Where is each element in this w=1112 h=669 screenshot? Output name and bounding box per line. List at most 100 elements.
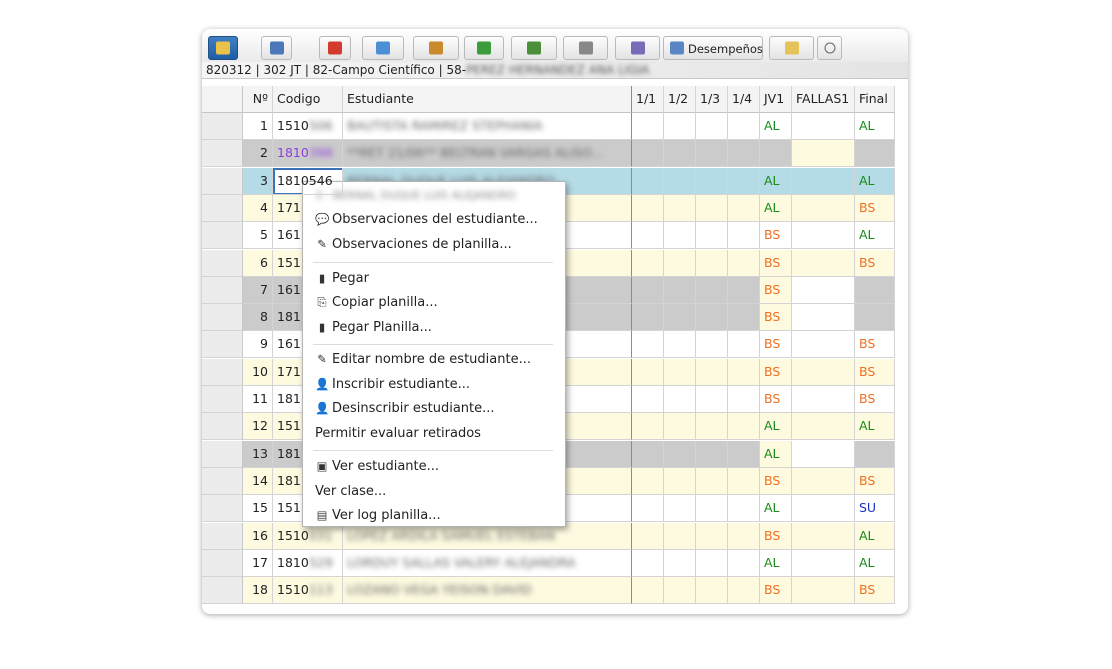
row-selector[interactable]	[202, 304, 243, 332]
grade-cell-1[interactable]	[632, 495, 664, 523]
grade-jv1[interactable]: AL	[760, 549, 792, 577]
fallas-cell[interactable]	[792, 113, 855, 140]
grade-cell-4[interactable]	[728, 577, 760, 605]
grade-cell-4[interactable]	[728, 140, 760, 168]
fallas-cell[interactable]	[792, 249, 855, 277]
student-code[interactable]: 1510113	[273, 577, 343, 605]
grade-cell-1[interactable]	[632, 549, 664, 577]
grade-cell-2[interactable]	[664, 386, 696, 413]
header-num[interactable]: Nº	[243, 86, 273, 113]
menu-pegar[interactable]: ▮ Pegar	[315, 271, 369, 286]
grade-cell-1[interactable]	[632, 358, 664, 386]
row-selector[interactable]	[202, 276, 243, 304]
calendar-button[interactable]	[208, 36, 238, 60]
grade-cell-2[interactable]	[664, 113, 696, 140]
grade-cell-1[interactable]	[632, 222, 664, 250]
grade-cell-1[interactable]	[632, 522, 664, 550]
grade-cell-1[interactable]	[632, 113, 664, 140]
row-selector[interactable]	[202, 113, 243, 140]
header-final[interactable]: Final	[855, 86, 895, 113]
table-row[interactable]: 18 1510113 LOZANO VEGA YEISON DAVID BS BS	[202, 577, 908, 605]
student-name[interactable]: **RET 21/06** BELTRAN VARGAS ALISO...	[343, 140, 632, 168]
fallas-cell[interactable]	[792, 413, 855, 441]
grade-cell-1[interactable]	[632, 467, 664, 495]
grade-jv1[interactable]: BS	[760, 249, 792, 277]
grade-cell-3[interactable]	[696, 495, 728, 523]
grade-cell-2[interactable]	[664, 358, 696, 386]
grade-cell-1[interactable]	[632, 331, 664, 359]
fallas-cell[interactable]	[792, 440, 855, 468]
menu-ver-estudiante[interactable]: ▣ Ver estudiante...	[315, 459, 439, 474]
grade-cell-4[interactable]	[728, 167, 760, 195]
grade-cell-1[interactable]	[632, 140, 664, 168]
grade-jv1[interactable]: BS	[760, 304, 792, 332]
help-button[interactable]	[817, 36, 842, 60]
menu-desinscribir[interactable]: 👤 Desinscribir estudiante...	[315, 401, 495, 416]
grade-jv1[interactable]: BS	[760, 522, 792, 550]
fallas-cell[interactable]	[792, 495, 855, 523]
fallas-cell[interactable]	[792, 549, 855, 577]
menu-editar-nombre[interactable]: ✎ Editar nombre de estudiante...	[315, 352, 531, 367]
grade-cell-2[interactable]	[664, 222, 696, 250]
grade-cell-2[interactable]	[664, 549, 696, 577]
grade-jv1[interactable]: AL	[760, 113, 792, 140]
fallas-cell[interactable]	[792, 577, 855, 605]
user-add-button[interactable]	[511, 36, 557, 60]
student-name[interactable]: LORDUY SALLAS VALERY ALEJANDRA	[343, 549, 632, 577]
header-p3[interactable]: 1/3	[696, 86, 728, 113]
fallas-cell[interactable]	[792, 386, 855, 413]
grade-cell-4[interactable]	[728, 194, 760, 222]
menu-inscribir[interactable]: 👤 Inscribir estudiante...	[315, 377, 470, 392]
grade-cell-1[interactable]	[632, 577, 664, 605]
grade-cell-2[interactable]	[664, 522, 696, 550]
row-selector[interactable]	[202, 522, 243, 550]
fallas-cell[interactable]	[792, 304, 855, 332]
grade-cell-2[interactable]	[664, 495, 696, 523]
student-code[interactable]: 1810398	[273, 140, 343, 168]
grade-cell-2[interactable]	[664, 331, 696, 359]
grade-cell-4[interactable]	[728, 331, 760, 359]
grade-jv1[interactable]: BS	[760, 222, 792, 250]
grade-jv1[interactable]: AL	[760, 440, 792, 468]
row-selector[interactable]	[202, 440, 243, 468]
student-name[interactable]: BAUTISTA RAMIREZ STEPHANIA	[343, 113, 632, 140]
row-selector[interactable]	[202, 467, 243, 495]
grade-cell-4[interactable]	[728, 358, 760, 386]
grade-cell-4[interactable]	[728, 549, 760, 577]
grade-cell-3[interactable]	[696, 304, 728, 332]
grade-cell-2[interactable]	[664, 194, 696, 222]
close-button[interactable]	[319, 36, 351, 60]
row-selector[interactable]	[202, 331, 243, 359]
grade-jv1[interactable]: AL	[760, 194, 792, 222]
menu-observaciones-planilla[interactable]: ✎ Observaciones de planilla...	[315, 237, 512, 252]
grade-cell-4[interactable]	[728, 222, 760, 250]
student-code[interactable]: 1510506	[273, 113, 343, 140]
grade-cell-4[interactable]	[728, 467, 760, 495]
fallas-cell[interactable]	[792, 222, 855, 250]
grade-cell-1[interactable]	[632, 167, 664, 195]
header-fallas[interactable]: FALLAS1	[792, 86, 855, 113]
header-jv1[interactable]: JV1	[760, 86, 792, 113]
grade-cell-3[interactable]	[696, 140, 728, 168]
fallas-cell[interactable]	[792, 331, 855, 359]
row-selector[interactable]	[202, 194, 243, 222]
grade-cell-2[interactable]	[664, 577, 696, 605]
eraser-button[interactable]	[563, 36, 608, 60]
grade-cell-4[interactable]	[728, 413, 760, 441]
menu-observaciones-estudiante[interactable]: 💬 Observaciones del estudiante...	[315, 212, 538, 227]
fallas-cell[interactable]	[792, 167, 855, 195]
grade-cell-2[interactable]	[664, 467, 696, 495]
grade-jv1[interactable]: AL	[760, 495, 792, 523]
grade-jv1[interactable]: BS	[760, 276, 792, 304]
comment-button[interactable]	[769, 36, 814, 60]
grade-jv1[interactable]: BS	[760, 331, 792, 359]
grade-cell-3[interactable]	[696, 467, 728, 495]
grade-cell-3[interactable]	[696, 358, 728, 386]
menu-ver-clase[interactable]: Ver clase...	[315, 484, 386, 499]
table-row[interactable]: 17 1810529 LORDUY SALLAS VALERY ALEJANDRA A…	[202, 549, 908, 577]
grade-cell-4[interactable]	[728, 495, 760, 523]
fallas-cell[interactable]	[792, 276, 855, 304]
grade-cell-4[interactable]	[728, 249, 760, 277]
row-selector[interactable]	[202, 140, 243, 168]
header-p2[interactable]: 1/2	[664, 86, 696, 113]
